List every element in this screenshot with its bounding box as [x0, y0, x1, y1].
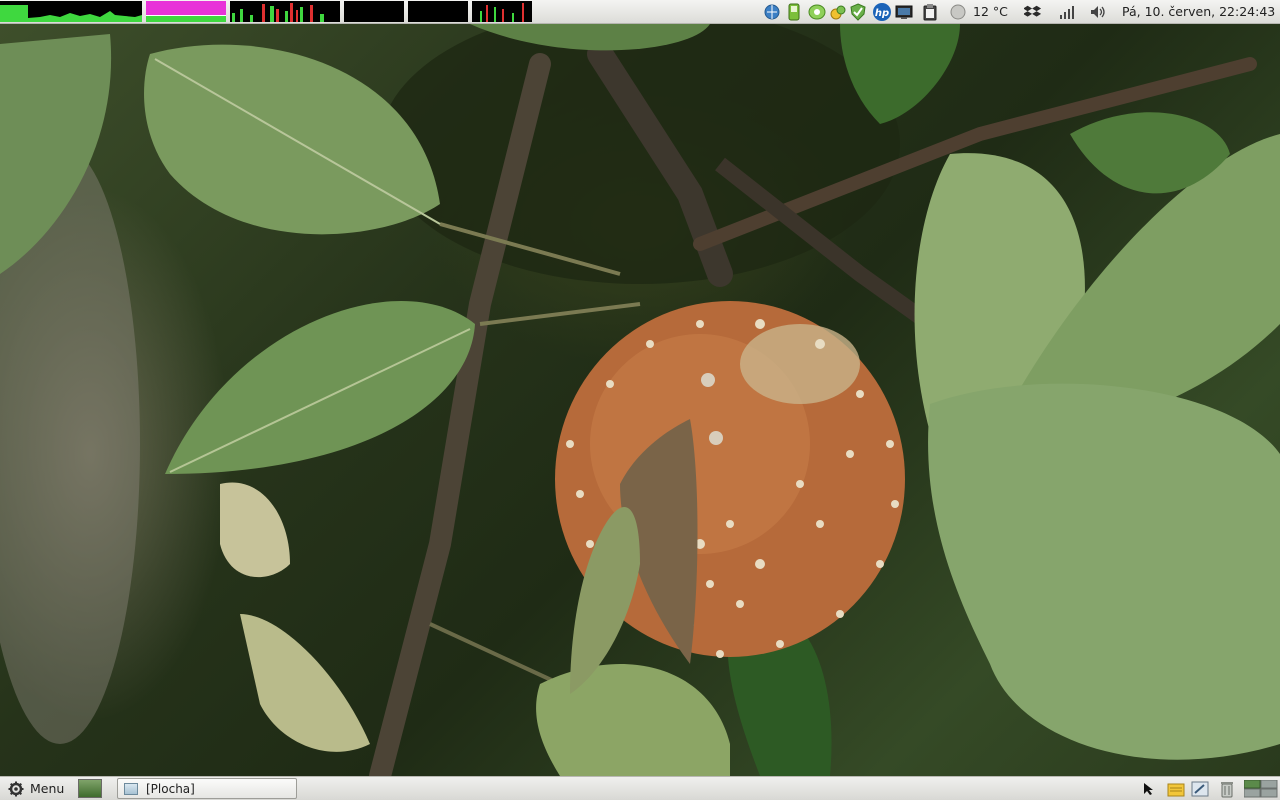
- clock[interactable]: Pá, 10. červen, 22:24:43: [1122, 4, 1275, 19]
- temperature-label[interactable]: 12 °C: [973, 4, 1008, 19]
- gear-icon: [8, 781, 24, 796]
- menu-label: Menu: [30, 781, 65, 796]
- wallpaper-photo: [0, 24, 1280, 776]
- network-monitor[interactable]: [230, 1, 340, 22]
- load-monitor[interactable]: [408, 1, 468, 22]
- volume-icon[interactable]: [1089, 3, 1107, 21]
- weather-icon[interactable]: [949, 3, 967, 21]
- trash-icon[interactable]: [1218, 780, 1236, 798]
- dropbox-icon[interactable]: [1024, 3, 1042, 21]
- swap-monitor[interactable]: [472, 1, 532, 22]
- bottom-panel: Menu [Plocha]: [0, 776, 1280, 800]
- menu-button[interactable]: Menu: [4, 779, 68, 798]
- svg-text:hp: hp: [875, 8, 889, 19]
- workspace-switcher[interactable]: [1244, 780, 1278, 798]
- settings-panel-icon[interactable]: [1191, 780, 1209, 798]
- clipboard-icon[interactable]: [921, 3, 939, 21]
- chat-icon[interactable]: [808, 3, 826, 21]
- disk-monitor[interactable]: [344, 1, 404, 22]
- phone-battery-icon[interactable]: [785, 3, 803, 21]
- monitor-icon[interactable]: [895, 3, 913, 21]
- desktop-wallpaper: [0, 24, 1280, 776]
- signal-bars-icon[interactable]: [1058, 3, 1076, 21]
- window-icon: [124, 782, 138, 795]
- taskbar-item-label: [Plocha]: [146, 781, 195, 796]
- shield-check-icon[interactable]: [849, 3, 867, 21]
- taskbar-item-plocha[interactable]: [Plocha]: [117, 778, 297, 799]
- cursor-icon: [1140, 780, 1158, 798]
- top-panel: hp 12 °C Pá, 10. červen, 22:24:43: [0, 0, 1280, 24]
- memory-monitor[interactable]: [146, 1, 226, 22]
- cpu-monitor[interactable]: [0, 1, 142, 22]
- show-desktop-button[interactable]: [78, 779, 102, 798]
- updates-icon[interactable]: [829, 3, 847, 21]
- network-globe-icon[interactable]: [763, 3, 781, 21]
- notes-icon[interactable]: [1167, 780, 1185, 798]
- hp-printer-icon[interactable]: hp: [871, 3, 893, 21]
